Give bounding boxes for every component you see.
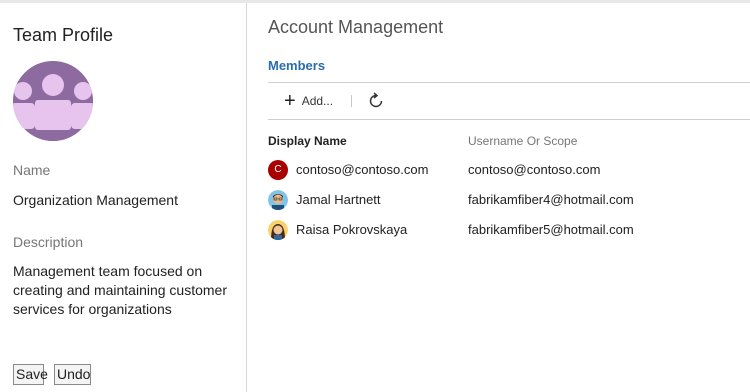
- description-label: Description: [13, 234, 84, 250]
- name-value[interactable]: Organization Management: [13, 191, 178, 210]
- male-avatar-icon: [268, 190, 288, 210]
- save-button[interactable]: Save: [13, 364, 48, 385]
- member-username: contoso@contoso.com: [468, 162, 601, 177]
- undo-button[interactable]: Undo: [54, 364, 91, 385]
- member-display-name: Raisa Pokrovskaya: [296, 222, 408, 237]
- description-value[interactable]: Management team focused on creating and …: [13, 262, 228, 319]
- plus-icon: +: [284, 90, 296, 112]
- panel-title: Team Profile: [13, 25, 114, 45]
- add-member-button[interactable]: + Add...: [284, 90, 333, 112]
- member-row[interactable]: Raisa Pokrovskaya fabrikamfiber5@hotmail…: [268, 218, 750, 242]
- column-header-display-name[interactable]: Display Name: [268, 134, 347, 148]
- member-display-name: contoso@contoso.com: [296, 162, 429, 177]
- member-row[interactable]: C contoso@contoso.com contoso@contoso.co…: [268, 158, 750, 182]
- member-row[interactable]: Jamal Hartnett fabrikamfiber4@hotmail.co…: [268, 188, 750, 212]
- name-label: Name: [13, 162, 51, 178]
- toolbar-separator: [351, 95, 352, 107]
- team-group-icon: [13, 61, 93, 141]
- member-display-name: Jamal Hartnett: [296, 192, 381, 207]
- team-avatar[interactable]: [13, 61, 93, 141]
- add-label: Add...: [301, 94, 334, 108]
- avatar: C: [268, 160, 288, 180]
- toolbar-divider-bottom: [268, 119, 750, 120]
- refresh-icon[interactable]: [367, 92, 385, 110]
- team-profile-panel: Team Profile Name Organization Managemen…: [0, 3, 247, 392]
- column-header-username[interactable]: Username Or Scope: [468, 134, 577, 148]
- page-title: Account Management: [268, 17, 444, 37]
- member-username: fabrikamfiber5@hotmail.com: [468, 222, 634, 237]
- member-username: fabrikamfiber4@hotmail.com: [468, 192, 634, 207]
- female-avatar-icon: [268, 220, 288, 240]
- toolbar-divider-top: [268, 82, 750, 83]
- avatar-initial: C: [268, 160, 288, 180]
- members-tab[interactable]: Members: [268, 58, 325, 73]
